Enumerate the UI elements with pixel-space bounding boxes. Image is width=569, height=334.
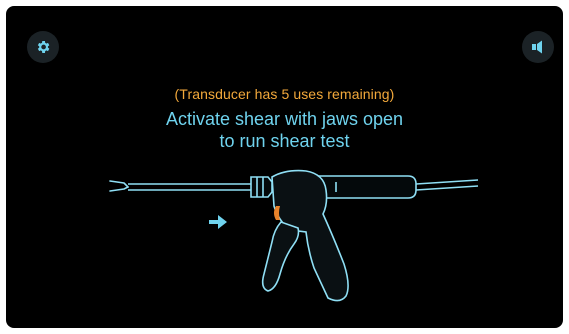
transducer-cable	[415, 179, 479, 191]
instruction-text: Activate shear with jaws open to run she…	[6, 108, 563, 152]
shears-illustration	[109, 169, 479, 302]
gear-icon	[37, 41, 50, 53]
instruction-line-2: to run shear test	[219, 131, 350, 151]
instruction-line-1: Activate shear with jaws open	[165, 109, 404, 129]
clamp-trigger	[261, 221, 300, 292]
volume-button[interactable]	[522, 31, 554, 63]
rotation-knob	[250, 176, 273, 198]
uses-remaining-text: (Transducer has 5 uses remaining)	[174, 86, 395, 102]
speaker-icon	[532, 40, 542, 54]
settings-button[interactable]	[27, 31, 59, 63]
shears-shaft	[128, 183, 251, 191]
arrow-right-icon	[209, 215, 227, 229]
shears-jaws	[109, 180, 129, 192]
shear-test-screen: (Transducer has 5 uses remaining) Activa…	[6, 6, 563, 328]
